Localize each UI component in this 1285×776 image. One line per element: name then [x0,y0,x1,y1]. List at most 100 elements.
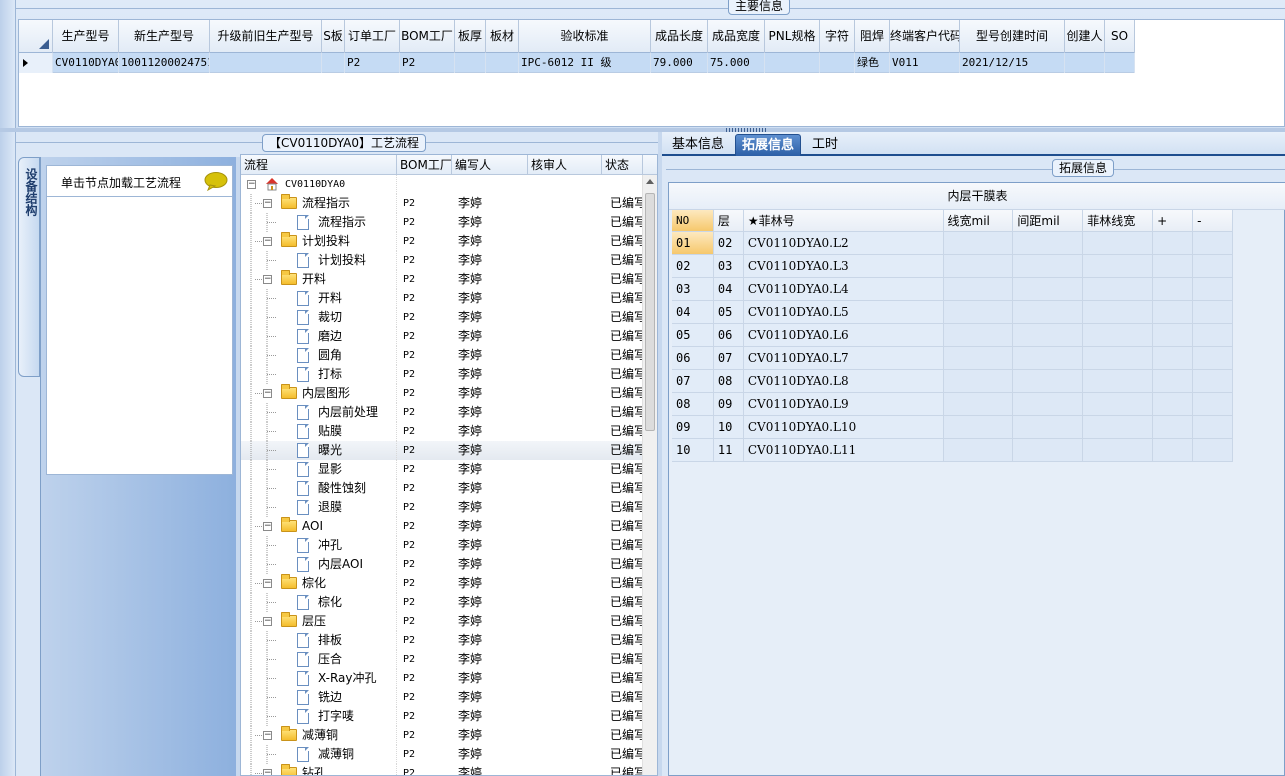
tree-node[interactable]: − 棕化 [241,574,397,593]
tree-row[interactable]: − 减薄铜 P2 李婷 已编写 [241,726,643,745]
tree-node[interactable]: 贴膜 [241,422,397,441]
tree-node[interactable]: 打标 [241,365,397,384]
tree-column-header[interactable]: 状态 [602,155,643,175]
dryfilm-cell[interactable]: 06 [713,324,744,347]
tree-row[interactable]: 减薄铜 P2 李婷 已编写 [241,745,643,764]
tree-row[interactable]: 磨边 P2 李婷 已编写 [241,327,643,346]
collapse-icon[interactable]: − [263,617,272,626]
dryfilm-cell[interactable] [1013,439,1084,462]
tree-node[interactable]: 磨边 [241,327,397,346]
dryfilm-cell[interactable] [943,324,1014,347]
main-info-cell[interactable]: 2021/12/15 [960,53,1065,73]
dryfilm-cell[interactable] [1083,232,1154,255]
grid-corner-icon[interactable] [19,20,53,53]
dryfilm-cell[interactable]: 11 [713,439,744,462]
dryfilm-cell[interactable] [1083,255,1154,278]
dryfilm-cell[interactable] [1083,370,1154,393]
tab-extended-info[interactable]: 拓展信息 [735,134,802,156]
dryfilm-cell[interactable]: CV0110DYA0.L8 [743,370,944,393]
dryfilm-cell[interactable]: CV0110DYA0.L9 [743,393,944,416]
main-info-column-header[interactable]: 创建人 [1065,20,1105,53]
main-info-column-header[interactable]: SO [1105,20,1135,53]
dryfilm-row[interactable]: 06 07 CV0110DYA0.L7 [672,347,1233,370]
tree-row[interactable]: 退膜 P2 李婷 已编写 [241,498,643,517]
tree-node[interactable]: 压合 [241,650,397,669]
main-info-column-header[interactable]: 终端客户代码 [890,20,960,53]
dryfilm-row[interactable]: 03 04 CV0110DYA0.L4 [672,278,1233,301]
tree-row[interactable]: 打字唛 P2 李婷 已编写 [241,707,643,726]
tree-row[interactable]: − AOI P2 李婷 已编写 [241,517,643,536]
dryfilm-row[interactable]: 08 09 CV0110DYA0.L9 [672,393,1233,416]
dryfilm-cell[interactable] [943,232,1014,255]
collapse-icon[interactable]: − [263,275,272,284]
tree-node[interactable]: 内层AOI [241,555,397,574]
collapse-icon[interactable]: − [263,389,272,398]
tree-row[interactable]: 曝光 P2 李婷 已编写 [241,441,643,460]
main-info-column-header[interactable]: 成品长度 [651,20,708,53]
main-info-row[interactable]: CV0110DYA0 10011200024751 P2 P2 IPC-6012 II … [19,53,1135,73]
dryfilm-cell[interactable]: 01 [672,232,714,255]
dryfilm-cell[interactable] [943,416,1014,439]
tree-node[interactable]: 曝光 [241,441,397,460]
collapse-icon[interactable]: − [263,237,272,246]
dryfilm-cell[interactable] [1013,370,1084,393]
main-info-column-header[interactable]: 字符 [820,20,855,53]
dryfilm-cell[interactable]: 04 [713,278,744,301]
dryfilm-cell[interactable]: CV0110DYA0.L6 [743,324,944,347]
tree-column-header[interactable]: 编写人 [452,155,528,175]
dryfilm-cell[interactable] [943,278,1014,301]
tree-row[interactable]: − CV0110DYA0 [241,175,643,194]
main-info-cell[interactable]: 10011200024751 [119,53,210,73]
dryfilm-row[interactable]: 07 08 CV0110DYA0.L8 [672,370,1233,393]
tree-row[interactable]: X-Ray冲孔 P2 李婷 已编写 [241,669,643,688]
tree-column-header[interactable]: 流程 [241,155,397,175]
tab-basic-info[interactable]: 基本信息 [666,134,730,156]
main-info-column-header[interactable]: 升级前旧生产型号 [210,20,322,53]
main-info-column-header[interactable]: BOM工厂 [400,20,455,53]
tree-node[interactable]: 排板 [241,631,397,650]
dryfilm-cell[interactable] [1193,416,1233,439]
dryfilm-cell[interactable] [943,255,1014,278]
tree-row[interactable]: 计划投料 P2 李婷 已编写 [241,251,643,270]
process-tree-body[interactable]: − CV0110DYA0− 流程指示 P2 李婷 已编写 流程指示 P2 李婷 已编写 − 计划投料 P… [241,175,643,775]
tree-row[interactable]: 铣边 P2 李婷 已编写 [241,688,643,707]
dryfilm-cell[interactable] [1193,324,1233,347]
dryfilm-cell[interactable] [1153,232,1194,255]
equipment-structure-tab[interactable]: 设备结构 [18,157,40,377]
tree-vertical-scrollbar[interactable] [642,175,657,775]
tree-node[interactable]: 圆角 [241,346,397,365]
main-info-column-header[interactable]: 订单工厂 [345,20,400,53]
dryfilm-cell[interactable] [1013,278,1084,301]
dryfilm-cell[interactable]: CV0110DYA0.L5 [743,301,944,324]
tree-node[interactable]: 计划投料 [241,251,397,270]
tree-row[interactable]: 内层前处理 P2 李婷 已编写 [241,403,643,422]
tree-row[interactable]: 开料 P2 李婷 已编写 [241,289,643,308]
dryfilm-column-header[interactable]: 层 [713,210,744,232]
main-info-cell[interactable] [1105,53,1135,73]
dryfilm-cell[interactable]: 06 [672,347,714,370]
main-info-cell[interactable] [210,53,322,73]
dryfilm-column-header[interactable]: 菲林线宽 [1083,210,1154,232]
tree-node[interactable]: 流程指示 [241,213,397,232]
tree-node[interactable]: 开料 [241,289,397,308]
collapse-icon[interactable]: − [263,522,272,531]
dryfilm-cell[interactable] [1013,255,1084,278]
tree-row[interactable]: − 钻孔 P2 李婷 已编写 [241,764,643,775]
dryfilm-cell[interactable] [943,347,1014,370]
tree-row[interactable]: 裁切 P2 李婷 已编写 [241,308,643,327]
dryfilm-cell[interactable] [1153,278,1194,301]
dryfilm-cell[interactable] [1083,278,1154,301]
tree-row[interactable]: 棕化 P2 李婷 已编写 [241,593,643,612]
tree-row[interactable]: 贴膜 P2 李婷 已编写 [241,422,643,441]
dryfilm-row[interactable]: 01 02 CV0110DYA0.L2 [672,232,1233,255]
main-info-column-header[interactable]: S板 [322,20,345,53]
splitter-grip-icon[interactable] [726,128,766,132]
dryfilm-column-header[interactable]: 间距mil [1013,210,1084,232]
dryfilm-cell[interactable] [1193,232,1233,255]
dryfilm-cell[interactable] [1193,255,1233,278]
main-info-cell[interactable] [765,53,820,73]
dryfilm-cell[interactable]: 07 [713,347,744,370]
main-info-cell[interactable]: P2 [345,53,400,73]
collapse-icon[interactable]: − [247,180,256,189]
tree-row[interactable]: − 开料 P2 李婷 已编写 [241,270,643,289]
